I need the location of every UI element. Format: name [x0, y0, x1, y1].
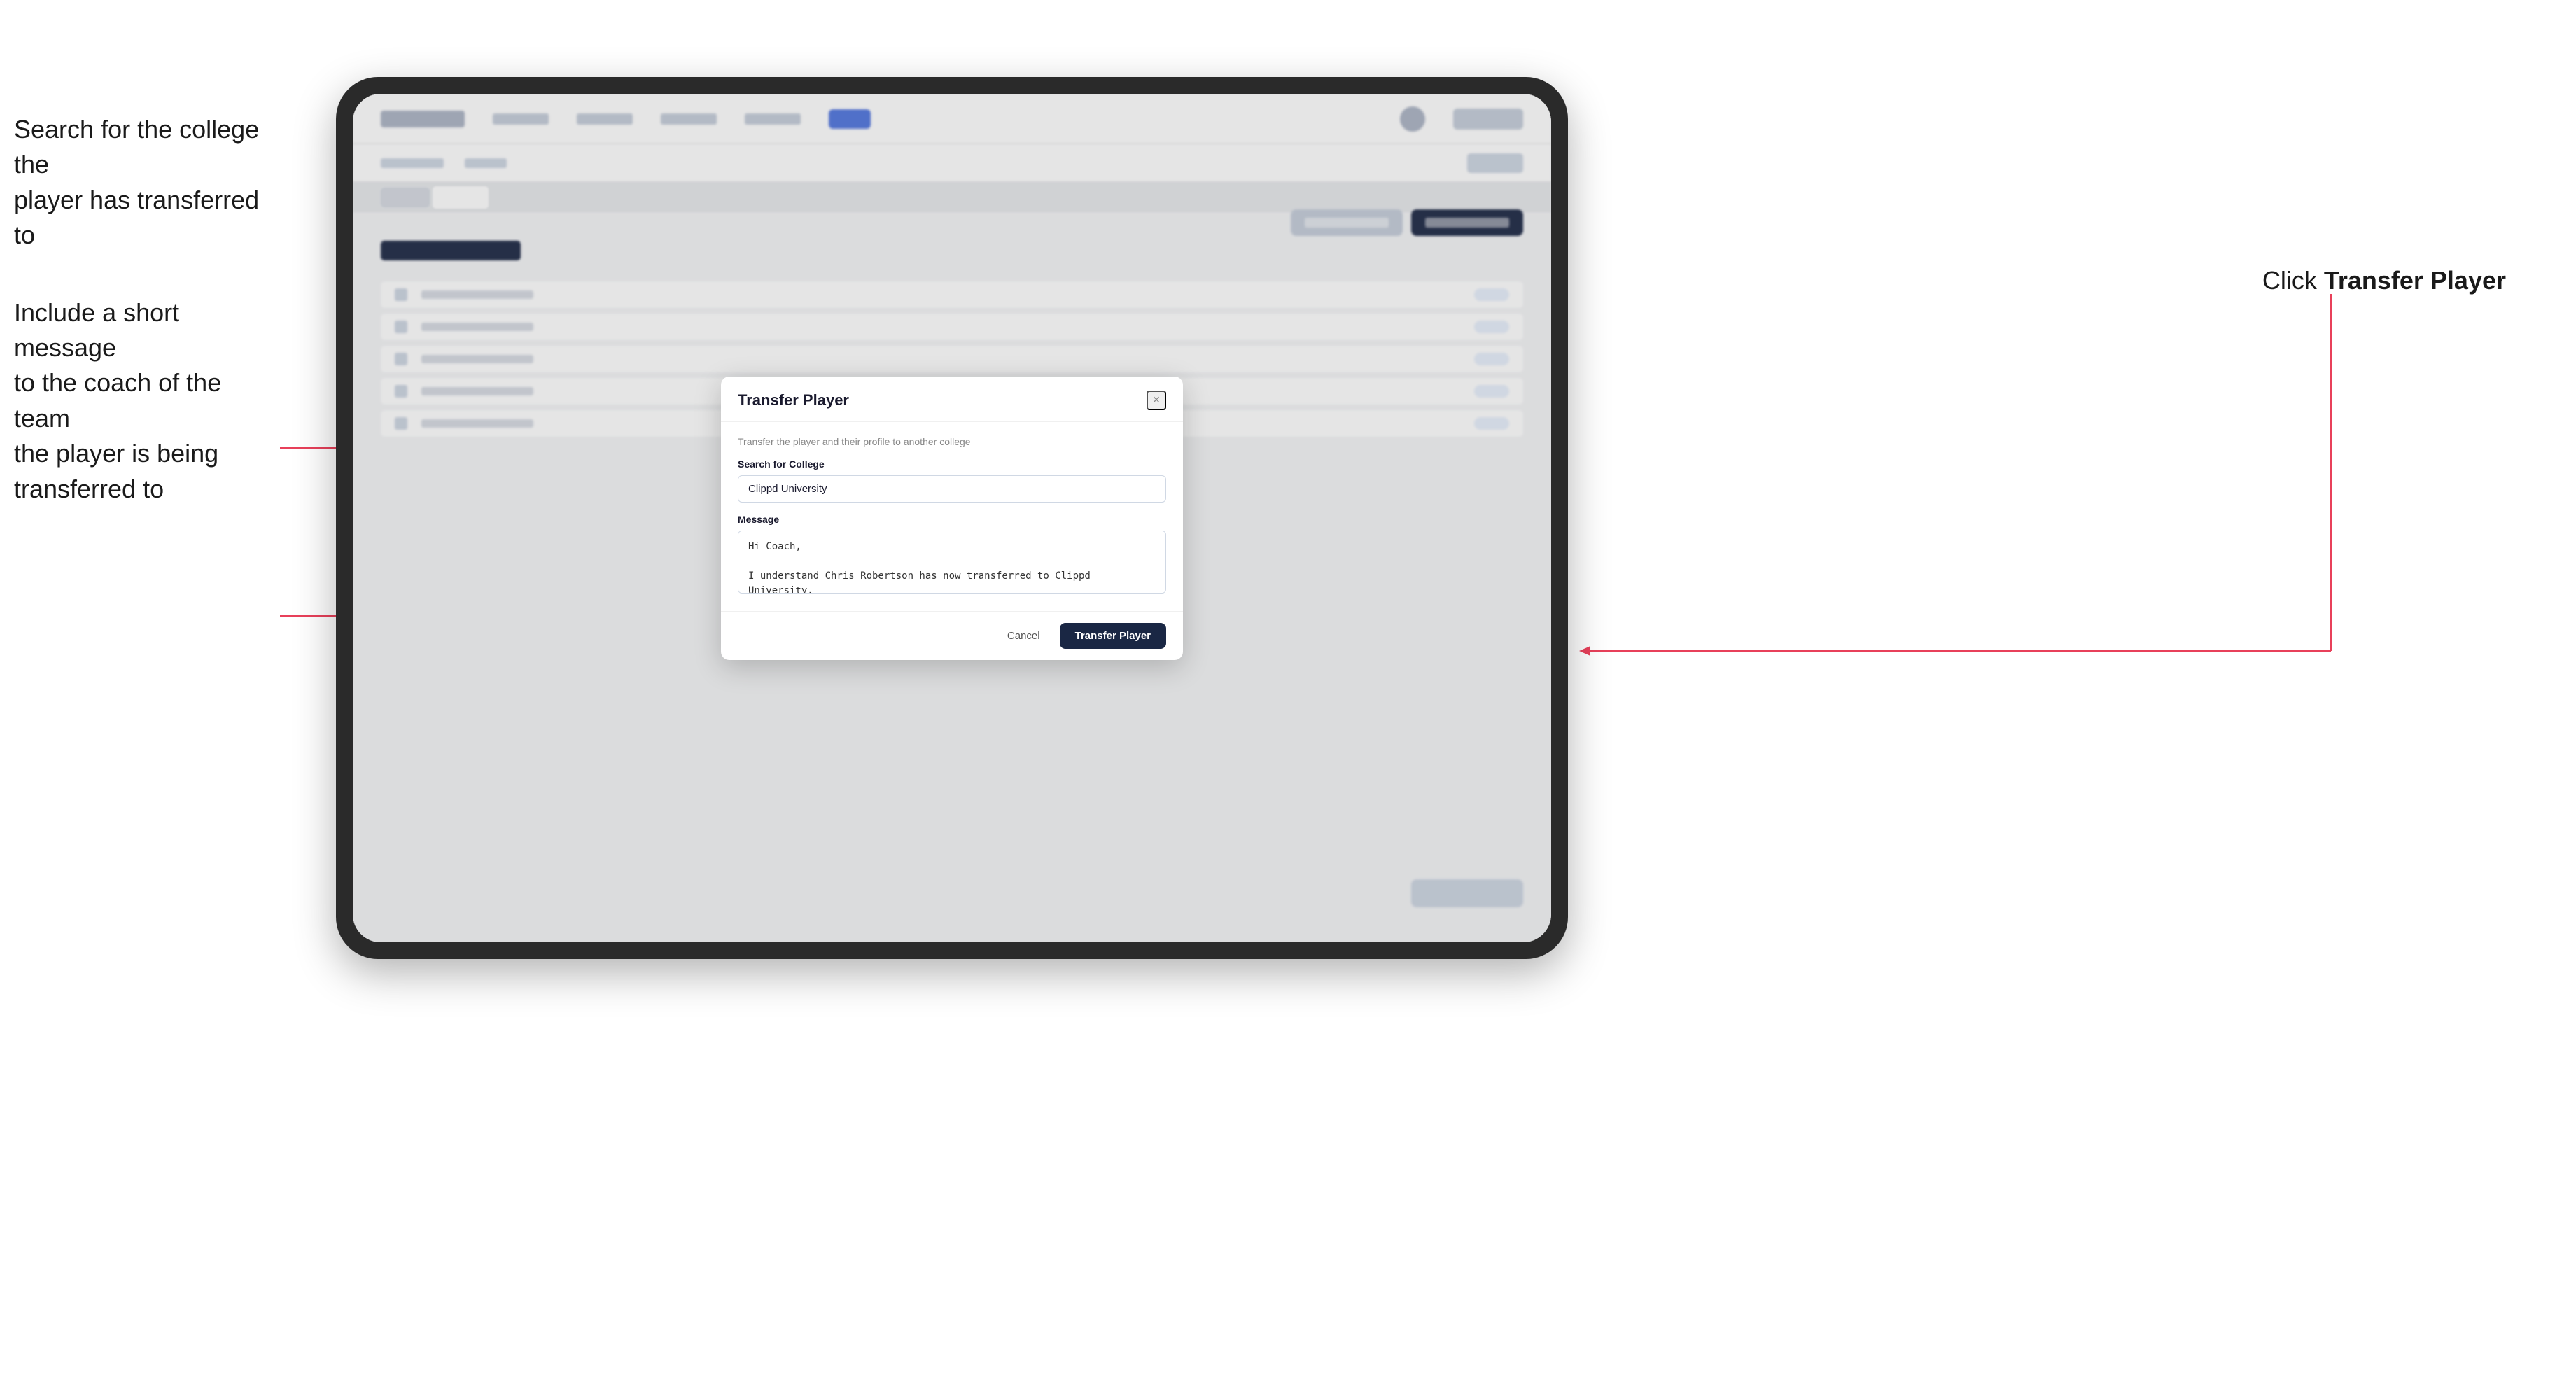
dialog-close-button[interactable]: × — [1147, 391, 1166, 410]
annotation-click-text: Click — [2262, 266, 2317, 295]
transfer-player-button[interactable]: Transfer Player — [1060, 623, 1166, 649]
tablet-frame: Transfer Player × Transfer the player an… — [336, 77, 1568, 959]
search-college-input[interactable] — [738, 475, 1166, 503]
annotation-search-text: Search for the college theplayer has tra… — [14, 112, 280, 253]
annotation-transfer-bold: Transfer Player — [2324, 266, 2506, 295]
dialog-description: Transfer the player and their profile to… — [738, 436, 1166, 447]
transfer-player-dialog: Transfer Player × Transfer the player an… — [721, 377, 1183, 660]
dialog-title: Transfer Player — [738, 391, 849, 410]
cancel-button[interactable]: Cancel — [996, 624, 1051, 648]
annotation-right: Click Transfer Player — [2262, 266, 2506, 295]
dialog-body: Transfer the player and their profile to… — [721, 422, 1183, 611]
dialog-header: Transfer Player × — [721, 377, 1183, 422]
tablet-screen: Transfer Player × Transfer the player an… — [353, 94, 1551, 942]
annotation-message-text: Include a short messageto the coach of t… — [14, 295, 280, 507]
dialog-footer: Cancel Transfer Player — [721, 611, 1183, 660]
message-textarea[interactable] — [738, 531, 1166, 594]
annotation-left: Search for the college theplayer has tra… — [14, 112, 280, 549]
modal-overlay: Transfer Player × Transfer the player an… — [353, 94, 1551, 942]
message-label: Message — [738, 514, 1166, 525]
search-label: Search for College — [738, 458, 1166, 470]
